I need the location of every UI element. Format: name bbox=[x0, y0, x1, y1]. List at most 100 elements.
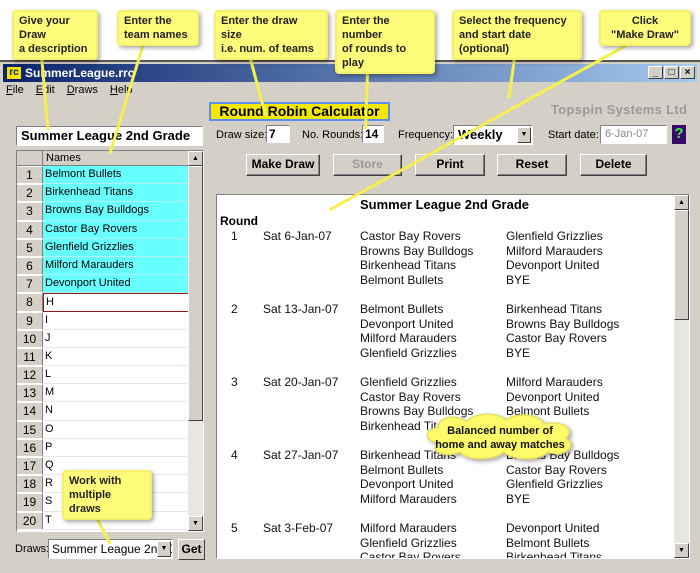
scroll-down-icon[interactable]: ▼ bbox=[188, 516, 203, 531]
team-name-cell[interactable]: Belmont Bullets bbox=[43, 166, 189, 185]
row-number[interactable]: 16 bbox=[17, 438, 43, 457]
draw-size-label: Draw size: bbox=[216, 129, 268, 141]
team-name-cell[interactable]: Glenfield Grizzlies bbox=[43, 238, 189, 257]
make-draw-button[interactable]: Make Draw bbox=[246, 154, 320, 176]
maximize-button[interactable]: □ bbox=[664, 66, 679, 79]
row-number[interactable]: 13 bbox=[17, 384, 43, 403]
grid-row: 6 Milford Marauders bbox=[17, 256, 189, 276]
callout-description: Give your Draw a description bbox=[12, 10, 98, 60]
away-team: BYE bbox=[506, 345, 531, 360]
calculator-title: Round Robin Calculator bbox=[209, 102, 390, 121]
row-number[interactable]: 4 bbox=[17, 220, 43, 239]
row-number[interactable]: 8 bbox=[17, 293, 43, 312]
row-number[interactable]: 12 bbox=[17, 366, 43, 385]
grid-row: 5 Glenfield Grizzlies bbox=[17, 238, 189, 257]
round-number: 4 bbox=[231, 448, 238, 462]
team-name-cell[interactable]: Milford Marauders bbox=[43, 256, 189, 276]
callout-rounds: Enter the number of rounds to play bbox=[335, 10, 435, 74]
away-team: Birkenhead Titans bbox=[506, 550, 603, 559]
row-number[interactable]: 19 bbox=[17, 493, 43, 512]
row-number[interactable]: 17 bbox=[17, 457, 43, 476]
close-button[interactable]: × bbox=[680, 66, 695, 79]
grid-row: 2 Birkenhead Titans bbox=[17, 184, 189, 203]
callout-balanced-cloud: Balanced number of home and away matches bbox=[420, 412, 580, 460]
team-name-cell[interactable]: Birkenhead Titans bbox=[43, 184, 189, 203]
round-number: 3 bbox=[231, 375, 238, 389]
round-number: 2 bbox=[231, 302, 238, 316]
start-date-label: Start date: bbox=[548, 129, 599, 141]
grid-row: 1 Belmont Bullets bbox=[17, 166, 189, 185]
home-team: Castor Bay Rovers bbox=[360, 389, 461, 404]
away-team: Glenfield Grizzlies bbox=[506, 229, 603, 243]
round-date: Sat 13-Jan-07 bbox=[263, 302, 339, 316]
reset-button[interactable]: Reset bbox=[497, 154, 567, 176]
round-column-header: Round bbox=[220, 214, 258, 228]
home-team: Belmont Bullets bbox=[360, 302, 444, 316]
menu-file[interactable]: File bbox=[6, 84, 24, 100]
grid-row: 13 M bbox=[17, 384, 189, 403]
scrollbar-thumb[interactable] bbox=[188, 166, 203, 421]
chevron-down-icon[interactable]: ▼ bbox=[157, 541, 171, 557]
grid-row: 14 N bbox=[17, 402, 189, 421]
home-team: Milford Marauders bbox=[360, 491, 457, 506]
row-number[interactable]: 10 bbox=[17, 329, 43, 348]
grid-scrollbar[interactable]: ▲ ▼ bbox=[188, 151, 203, 531]
row-number[interactable]: 9 bbox=[17, 311, 43, 330]
away-teams: Glenfield Grizzlies Milford Marauders Devo… bbox=[506, 229, 603, 287]
grid-row: 12 L bbox=[17, 366, 189, 385]
away-team: Glenfield Grizzlies bbox=[506, 477, 603, 492]
callout-draw-size: Enter the draw size i.e. num. of teams bbox=[214, 10, 328, 60]
row-number[interactable]: 3 bbox=[17, 202, 43, 221]
round-date: Sat 3-Feb-07 bbox=[263, 521, 334, 535]
scroll-up-icon[interactable]: ▲ bbox=[674, 195, 689, 210]
team-name-cell[interactable]: I bbox=[43, 311, 189, 330]
team-name-cell[interactable]: K bbox=[43, 347, 189, 367]
row-number[interactable]: 5 bbox=[17, 238, 43, 257]
draw-size-input[interactable]: 7 bbox=[266, 125, 290, 143]
away-team: BYE bbox=[506, 272, 531, 287]
row-number[interactable]: 6 bbox=[17, 256, 43, 276]
team-name-cell[interactable]: J bbox=[43, 329, 189, 348]
row-number[interactable]: 1 bbox=[17, 166, 43, 185]
menu-draws[interactable]: Draws bbox=[67, 84, 98, 100]
away-teams: Devonport United Belmont Bullets Birkenhea… bbox=[506, 521, 603, 559]
row-number[interactable]: 18 bbox=[17, 475, 43, 494]
grid-row: 7 Devonport United bbox=[17, 275, 189, 294]
home-team: Castor Bay Rovers bbox=[360, 229, 461, 243]
team-name-cell[interactable]: L bbox=[43, 366, 189, 385]
team-name-cell[interactable]: P bbox=[43, 438, 189, 457]
help-icon[interactable]: ? bbox=[672, 125, 686, 144]
screenshot-stage: Give your Draw a description Enter the t… bbox=[0, 0, 700, 573]
row-number[interactable]: 7 bbox=[17, 275, 43, 294]
team-name-cell[interactable]: H bbox=[43, 293, 189, 312]
chevron-down-icon[interactable]: ▼ bbox=[517, 127, 531, 143]
row-number[interactable]: 15 bbox=[17, 420, 43, 439]
minimize-button[interactable]: _ bbox=[648, 66, 663, 79]
row-number[interactable]: 11 bbox=[17, 347, 43, 367]
delete-button[interactable]: Delete bbox=[580, 154, 647, 176]
scroll-down-icon[interactable]: ▼ bbox=[674, 543, 689, 558]
team-name-cell[interactable]: O bbox=[43, 420, 189, 439]
get-button[interactable]: Get bbox=[178, 539, 205, 560]
output-scrollbar[interactable]: ▲ ▼ bbox=[674, 195, 689, 558]
row-number[interactable]: 14 bbox=[17, 402, 43, 421]
scroll-up-icon[interactable]: ▲ bbox=[188, 151, 203, 166]
names-column-header[interactable]: Names bbox=[43, 151, 189, 166]
start-date-input[interactable]: 6-Jan-07 bbox=[600, 125, 667, 144]
home-team: Glenfield Grizzlies bbox=[360, 345, 457, 360]
row-number[interactable]: 2 bbox=[17, 184, 43, 203]
draw-description-input[interactable]: Summer League 2nd Grade bbox=[16, 126, 203, 146]
home-teams: Castor Bay Rovers Browns Bay Bulldogs Birk… bbox=[360, 229, 473, 287]
draws-label: Draws: bbox=[15, 543, 50, 555]
row-number[interactable]: 20 bbox=[17, 511, 43, 530]
team-name-cell[interactable]: Browns Bay Bulldogs bbox=[43, 202, 189, 221]
grid-row: 11 K bbox=[17, 347, 189, 367]
team-name-cell[interactable]: Castor Bay Rovers bbox=[43, 220, 189, 239]
team-name-cell[interactable]: Devonport United bbox=[43, 275, 189, 294]
home-team: Milford Marauders bbox=[360, 521, 457, 535]
scrollbar-thumb[interactable] bbox=[674, 210, 689, 320]
frequency-label: Frequency: bbox=[398, 129, 454, 141]
team-name-cell[interactable]: N bbox=[43, 402, 189, 421]
menu-bar: File Edit Draws Help bbox=[6, 84, 133, 100]
team-name-cell[interactable]: M bbox=[43, 384, 189, 403]
